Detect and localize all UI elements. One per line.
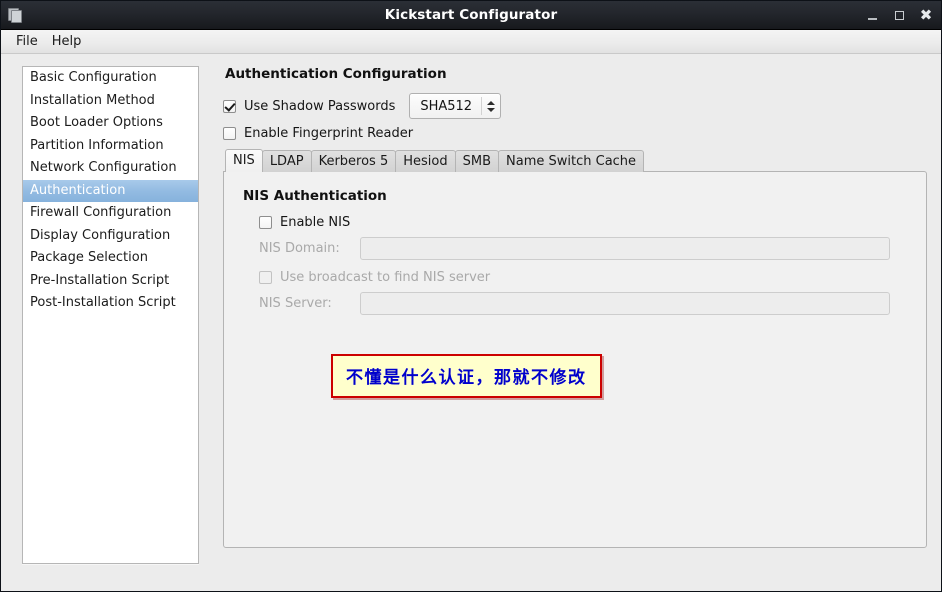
nis-broadcast-row: Use broadcast to find NIS server	[259, 270, 908, 285]
nis-domain-row: NIS Domain:	[259, 237, 908, 260]
nis-panel-title: NIS Authentication	[243, 188, 387, 204]
shadow-passwords-row: Use Shadow Passwords SHA512	[223, 93, 927, 119]
menu-item-file[interactable]: File	[9, 32, 45, 51]
app-icon	[7, 7, 23, 23]
nis-server-input[interactable]	[360, 292, 890, 315]
enable-nis-checkbox[interactable]	[259, 216, 272, 229]
fingerprint-checkbox[interactable]	[223, 127, 236, 140]
hash-algorithm-value: SHA512	[420, 98, 473, 114]
nis-server-row: NIS Server:	[259, 292, 908, 315]
nis-server-label: NIS Server:	[259, 296, 332, 311]
tab-kerberos-5[interactable]: Kerberos 5	[310, 150, 397, 172]
auth-notebook: NIS LDAP Kerberos 5 Hesiod SMB Name Swit…	[223, 149, 927, 548]
hash-algorithm-combo[interactable]: SHA512	[409, 93, 502, 119]
window-title: Kickstart Configurator	[384, 7, 558, 23]
nis-broadcast-label: Use broadcast to find NIS server	[280, 270, 491, 285]
sidebar-item-network-configuration[interactable]: Network Configuration	[23, 157, 198, 180]
titlebar[interactable]: Kickstart Configurator ✖	[1, 1, 941, 30]
nis-tab-panel: NIS Authentication Enable NIS NIS Domain…	[223, 171, 927, 548]
page-title: Authentication Configuration	[225, 66, 447, 82]
enable-nis-label: Enable NIS	[280, 215, 351, 230]
tab-name-switch-cache[interactable]: Name Switch Cache	[498, 150, 645, 172]
sidebar-item-boot-loader-options[interactable]: Boot Loader Options	[23, 112, 198, 135]
sidebar-item-post-installation-script[interactable]: Post-Installation Script	[23, 292, 198, 315]
sidebar-item-basic-configuration[interactable]: Basic Configuration	[23, 67, 198, 90]
nis-fields: Enable NIS NIS Domain: Use broadcast to …	[242, 215, 908, 315]
chevron-updown-icon[interactable]	[482, 100, 500, 112]
body-area: Basic Configuration Installation Method …	[1, 54, 941, 591]
tab-strip: NIS LDAP Kerberos 5 Hesiod SMB Name Swit…	[225, 149, 927, 172]
sidebar-item-installation-method[interactable]: Installation Method	[23, 90, 198, 113]
menu-item-help[interactable]: Help	[45, 32, 89, 51]
enable-nis-row: Enable NIS	[259, 215, 908, 230]
sidebar-item-authentication[interactable]: Authentication	[23, 179, 198, 202]
fingerprint-label: Enable Fingerprint Reader	[244, 126, 414, 141]
menubar: File Help	[1, 30, 941, 54]
sidebar-item-display-configuration[interactable]: Display Configuration	[23, 225, 198, 248]
sidebar-list[interactable]: Basic Configuration Installation Method …	[22, 66, 199, 564]
sidebar-item-partition-information[interactable]: Partition Information	[23, 135, 198, 158]
application-window: Kickstart Configurator ✖ File Help Basic…	[0, 0, 942, 592]
shadow-passwords-label: Use Shadow Passwords	[244, 98, 396, 114]
window-controls: ✖	[865, 8, 933, 23]
nis-domain-label: NIS Domain:	[259, 241, 340, 256]
annotation-callout: 不懂是什么认证，那就不修改	[331, 354, 602, 398]
close-icon[interactable]: ✖	[919, 8, 933, 23]
tab-ldap[interactable]: LDAP	[261, 150, 312, 172]
nis-broadcast-checkbox[interactable]	[259, 271, 272, 284]
fingerprint-row: Enable Fingerprint Reader	[223, 126, 927, 141]
shadow-passwords-checkbox[interactable]	[223, 99, 236, 113]
tab-hesiod[interactable]: Hesiod	[395, 150, 456, 172]
tab-nis[interactable]: NIS	[225, 149, 263, 172]
authentication-pane: Authentication Configuration Use Shadow …	[223, 66, 927, 548]
tab-smb[interactable]: SMB	[454, 150, 500, 172]
sidebar-item-pre-installation-script[interactable]: Pre-Installation Script	[23, 270, 198, 293]
minimize-icon[interactable]	[865, 8, 879, 22]
maximize-icon[interactable]	[892, 8, 906, 22]
sidebar-item-package-selection[interactable]: Package Selection	[23, 247, 198, 270]
sidebar-item-firewall-configuration[interactable]: Firewall Configuration	[23, 202, 198, 225]
nis-domain-input[interactable]	[360, 237, 890, 260]
